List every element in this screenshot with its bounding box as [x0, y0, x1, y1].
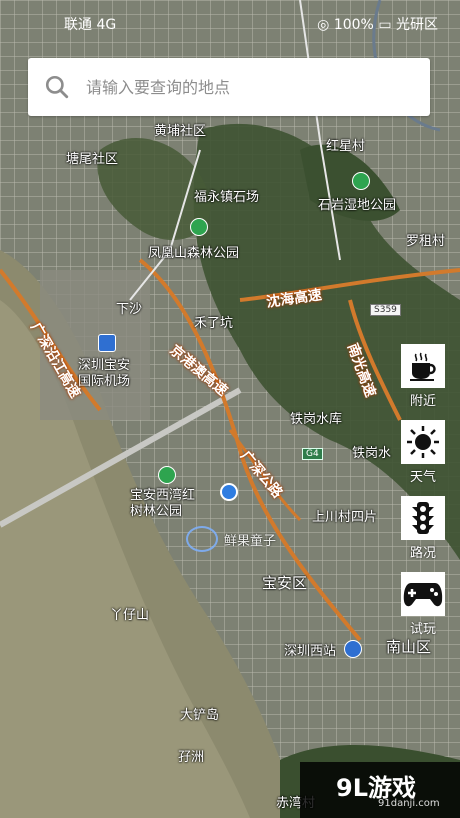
coffee-cup-icon — [401, 344, 445, 388]
status-right-label: 光研区 — [396, 17, 438, 33]
status-right: ◎ 100% ▭ 光研区 — [317, 14, 438, 34]
map-label-baoan: 宝安区 — [262, 574, 308, 592]
site-watermark: 9L游戏 91danji.com — [300, 762, 460, 818]
battery-percent: 100% — [333, 17, 374, 33]
tool-nearby[interactable]: 附近 — [400, 344, 446, 409]
map-label-tangwei: 塘尾社区 — [66, 152, 119, 167]
tool-weather[interactable]: 天气 — [400, 420, 446, 485]
park-icon — [158, 466, 176, 484]
highway-shield-s359: S359 — [370, 304, 401, 316]
map-label-yazaishan: 丫仔山 — [110, 608, 150, 623]
tool-traffic[interactable]: 路况 — [400, 496, 446, 561]
map-label-hongxing: 红星村 — [326, 139, 366, 154]
map-label-xixiang: 深圳西站 — [284, 644, 337, 659]
watermark-url: 91danji.com — [378, 798, 440, 809]
map-label-airport: 深圳宝安国际机场 — [78, 358, 131, 389]
map-label-luozu: 罗租村 — [406, 234, 446, 249]
map-label-shiyan: 石岩湿地公园 — [318, 198, 397, 213]
tool-weather-label: 天气 — [409, 470, 436, 485]
park-icon — [352, 172, 370, 190]
location-icon: ◎ — [317, 17, 330, 33]
brand-label: 鲜果童子 — [224, 533, 277, 549]
map-label-baoan-park: 宝安西湾红树林公园 — [130, 488, 196, 519]
map-label-tiegang-short: 铁岗水 — [352, 446, 392, 461]
map-label-shangchuan: 上川村四片 — [312, 510, 378, 525]
current-location-marker — [220, 483, 238, 501]
sun-icon — [401, 420, 445, 464]
map-label-fuyong: 福永镇石场 — [194, 190, 260, 205]
map-label-dachandao: 大铲岛 — [180, 708, 220, 723]
map-label-xunzhou: 孖洲 — [178, 750, 205, 765]
tool-game[interactable]: 试玩 — [400, 572, 446, 637]
traffic-light-icon — [401, 496, 445, 540]
carrier-label: 联通 4G — [64, 17, 117, 33]
satellite-map[interactable] — [0, 0, 460, 818]
battery-icon: ▭ — [378, 17, 392, 33]
status-bar: 联通 4G ◎ 100% ▭ 光研区 — [0, 0, 460, 48]
map-label-xiasha: 下沙 — [116, 302, 143, 317]
search-input[interactable] — [84, 76, 388, 98]
map-label-tiegang: 铁岗水库 — [290, 412, 343, 427]
brand-watermark: 鲜果童子 — [186, 526, 276, 552]
map-background — [0, 0, 460, 818]
tool-traffic-label: 路况 — [409, 546, 436, 561]
map-label-huangpu: 黄埔社区 — [154, 124, 207, 139]
airport-icon — [98, 334, 116, 352]
map-label-fenghuang: 凤凰山森林公园 — [148, 246, 240, 261]
railway-station-icon — [344, 640, 362, 658]
search-icon — [45, 75, 69, 99]
tool-game-label: 试玩 — [409, 622, 436, 637]
tool-nearby-label: 附近 — [409, 394, 436, 409]
brand-logo-icon — [186, 526, 218, 552]
highway-shield-g4: G4 — [302, 448, 323, 460]
park-icon — [190, 218, 208, 236]
map-label-heliao: 禾了坑 — [194, 316, 234, 331]
search-bar[interactable] — [28, 58, 430, 116]
map-label-nanshan: 南山区 — [386, 638, 432, 656]
gamepad-icon — [401, 572, 445, 616]
